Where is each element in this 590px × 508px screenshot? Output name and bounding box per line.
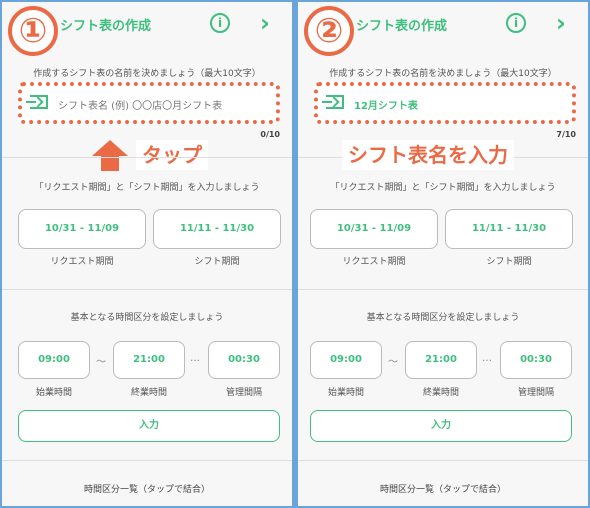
end-time-field[interactable]: 21:00: [113, 341, 185, 379]
start-time-label: 始業時間: [327, 388, 364, 398]
info-icon[interactable]: i: [506, 13, 526, 33]
time-prompt: 基本となる時間区分を設定しましょう: [366, 313, 520, 323]
shift-period-field[interactable]: 11/11 - 11/30: [153, 209, 281, 249]
input-icon: [322, 95, 344, 109]
annotation-label: シフト表名を入力: [342, 140, 514, 170]
step-number-badge: ①: [8, 6, 58, 56]
divider: [2, 157, 292, 158]
shift-period-label: シフト期間: [486, 257, 532, 267]
header-title: シフト表の作成: [356, 19, 448, 34]
time-slot-list-title: 時間区分一覧（タップで結合）: [379, 485, 506, 495]
time-prompt: 基本となる時間区分を設定しましょう: [70, 313, 224, 323]
divider: [2, 289, 292, 290]
schedule-name-text: シフト表名 (例) 〇〇店〇月シフト表: [58, 101, 223, 112]
interval-label: 管理間隔: [517, 388, 554, 398]
divider: [298, 289, 588, 290]
shift-period-label: シフト期間: [194, 257, 240, 267]
name-prompt: 作成するシフト表の名前を決めましょう（最大10文字）: [33, 69, 261, 79]
schedule-name-field[interactable]: シフト表名 (例) 〇〇店〇月シフト表: [18, 82, 280, 124]
interval-field[interactable]: 00:30: [500, 341, 572, 379]
divider: [298, 460, 588, 461]
step-number-badge: ②: [304, 6, 354, 56]
end-time-label: 終業時間: [422, 388, 459, 398]
annotation-label: タップ: [136, 140, 208, 170]
chevron-right-icon[interactable]: ›: [260, 9, 270, 37]
tilde-separator: 〜: [388, 357, 398, 368]
divider: [2, 460, 292, 461]
arrow-up-icon: [92, 140, 128, 172]
header-title: シフト表の作成: [60, 19, 152, 34]
start-time-label: 始業時間: [35, 388, 72, 398]
interval-label: 管理間隔: [225, 388, 262, 398]
chevron-right-icon[interactable]: ›: [556, 9, 566, 37]
screen-panel-2: シフト表の作成 i › ② 作成するシフト表の名前を決めましょう（最大10文字）…: [295, 0, 590, 508]
time-slot-list-title: 時間区分一覧（タップで結合）: [83, 485, 210, 495]
name-prompt: 作成するシフト表の名前を決めましょう（最大10文字）: [329, 69, 557, 79]
char-counter: 7/10: [556, 130, 576, 139]
period-prompt: 「リクエスト期間」と「シフト期間」を入力しましょう: [330, 183, 556, 193]
shift-period-field[interactable]: 11/11 - 11/30: [445, 209, 573, 249]
schedule-name-field[interactable]: 12月シフト表: [314, 82, 576, 124]
char-counter: 0/10: [260, 130, 280, 139]
dots-separator: …: [190, 353, 200, 364]
info-icon[interactable]: i: [210, 13, 230, 33]
interval-field[interactable]: 00:30: [208, 341, 280, 379]
end-time-label: 終業時間: [130, 388, 167, 398]
input-button[interactable]: 入力: [310, 410, 572, 442]
input-icon: [26, 95, 48, 109]
period-prompt: 「リクエスト期間」と「シフト期間」を入力しましょう: [34, 183, 260, 193]
start-time-field[interactable]: 09:00: [18, 341, 90, 379]
request-period-field[interactable]: 10/31 - 11/09: [310, 209, 438, 249]
start-time-field[interactable]: 09:00: [310, 341, 382, 379]
schedule-name-text: 12月シフト表: [354, 101, 418, 112]
screen-panel-1: シフト表の作成 i › ① 作成するシフト表の名前を決めましょう（最大10文字）…: [0, 0, 295, 508]
tilde-separator: 〜: [96, 357, 106, 368]
request-period-label: リクエスト期間: [342, 257, 406, 267]
request-period-label: リクエスト期間: [50, 257, 114, 267]
request-period-field[interactable]: 10/31 - 11/09: [18, 209, 146, 249]
dots-separator: …: [482, 353, 492, 364]
input-button[interactable]: 入力: [18, 410, 280, 442]
end-time-field[interactable]: 21:00: [405, 341, 477, 379]
